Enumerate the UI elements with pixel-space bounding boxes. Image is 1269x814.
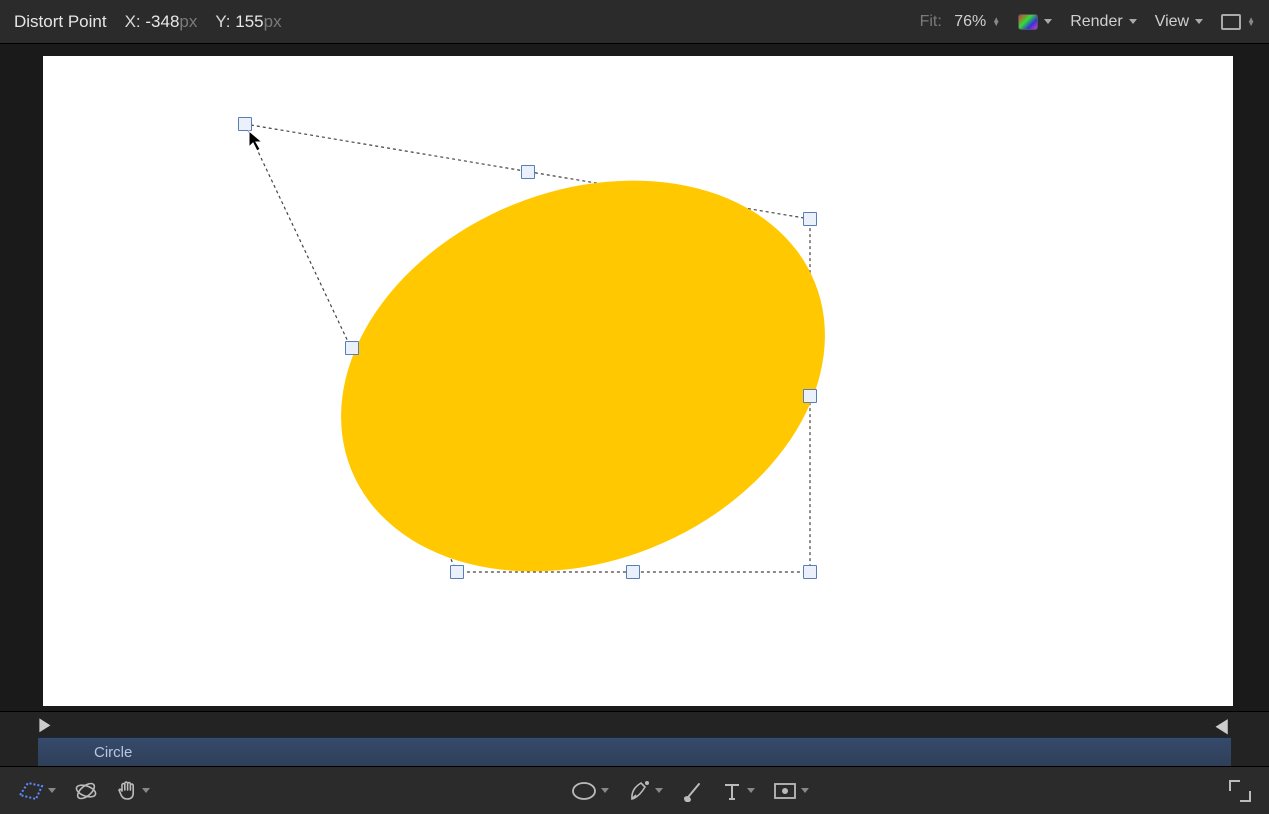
fullscreen-icon: [1229, 780, 1251, 802]
coord-x-label: X:: [125, 12, 141, 31]
color-chip-icon: [1018, 14, 1038, 30]
canvas-svg: [43, 56, 1233, 706]
clipping-indicator[interactable]: ▲▼: [1221, 14, 1255, 30]
zoom-fit-control[interactable]: Fit: 76% ▲▼: [920, 13, 1001, 31]
chevron-down-icon: [747, 788, 755, 793]
handle-top-left[interactable]: [238, 117, 252, 131]
tool-3d-transform[interactable]: [74, 779, 98, 803]
zoom-stepper-icon[interactable]: ▲▼: [992, 16, 1000, 28]
coord-y-label: Y:: [215, 12, 230, 31]
render-label: Render: [1070, 13, 1122, 31]
chevron-down-icon: [48, 788, 56, 793]
playhead-start-icon[interactable]: ▶: [39, 714, 50, 735]
clip-rect-icon: [1221, 14, 1241, 30]
render-menu[interactable]: Render: [1070, 13, 1136, 31]
chevron-down-icon: [1129, 19, 1137, 24]
handle-mid-left[interactable]: [345, 341, 359, 355]
tool-text[interactable]: [721, 780, 755, 802]
mini-timeline: ▶ ◀ Circle: [0, 711, 1269, 766]
brush-icon: [681, 780, 703, 802]
tool-readout: Distort Point X: -348px Y: 155px: [14, 12, 282, 32]
coord-y-value: 155: [235, 12, 263, 31]
timeline-layer-bar[interactable]: Circle: [38, 737, 1231, 767]
playhead-ruler[interactable]: ▶ ◀: [0, 712, 1269, 737]
view-label: View: [1155, 13, 1189, 31]
handle-bottom-right[interactable]: [803, 565, 817, 579]
zoom-fit-label: Fit:: [920, 13, 942, 31]
coord-x[interactable]: X: -348px: [125, 12, 198, 32]
handle-top-right[interactable]: [803, 212, 817, 226]
orbit-icon: [74, 779, 98, 803]
tool-brush[interactable]: [681, 780, 703, 802]
chevron-down-icon: [601, 788, 609, 793]
clip-stepper-icon[interactable]: ▲▼: [1247, 16, 1255, 28]
handle-mid-right[interactable]: [803, 389, 817, 403]
fullscreen-toggle[interactable]: [1229, 780, 1251, 802]
active-tool-name: Distort Point: [14, 12, 107, 32]
canvas-viewport[interactable]: [0, 44, 1269, 711]
tool-distort[interactable]: [18, 781, 56, 801]
distort-icon: [18, 781, 44, 801]
zoom-fit-value: 76%: [954, 13, 986, 31]
coord-y-unit: px: [264, 12, 282, 31]
coord-y[interactable]: Y: 155px: [215, 12, 281, 32]
bottom-toolbar: [0, 766, 1269, 814]
handle-bottom-mid[interactable]: [626, 565, 640, 579]
playhead-end-icon[interactable]: ◀: [1215, 713, 1227, 738]
handle-top-mid[interactable]: [521, 165, 535, 179]
coord-x-value: -348: [145, 12, 179, 31]
hand-icon: [116, 780, 138, 802]
tool-mask[interactable]: [773, 782, 809, 800]
coord-x-unit: px: [179, 12, 197, 31]
top-toolbar: Distort Point X: -348px Y: 155px Fit: 76…: [0, 0, 1269, 44]
pen-icon: [627, 779, 651, 803]
view-menu[interactable]: View: [1155, 13, 1203, 31]
color-channel-picker[interactable]: [1018, 14, 1052, 30]
tool-shape-ellipse[interactable]: [571, 781, 609, 801]
timeline-layer-name: Circle: [94, 744, 132, 761]
tool-hand[interactable]: [116, 780, 150, 802]
chevron-down-icon: [655, 788, 663, 793]
chevron-down-icon: [1195, 19, 1203, 24]
shape-circle[interactable]: [282, 111, 884, 641]
canvas[interactable]: [43, 56, 1233, 706]
chevron-down-icon: [1044, 19, 1052, 24]
ellipse-icon: [571, 781, 597, 801]
chevron-down-icon: [142, 788, 150, 793]
tool-pen[interactable]: [627, 779, 663, 803]
view-controls: Fit: 76% ▲▼ Render View ▲▼: [920, 13, 1255, 31]
text-icon: [721, 780, 743, 802]
mask-icon: [773, 782, 797, 800]
handle-bottom-left[interactable]: [450, 565, 464, 579]
chevron-down-icon: [801, 788, 809, 793]
